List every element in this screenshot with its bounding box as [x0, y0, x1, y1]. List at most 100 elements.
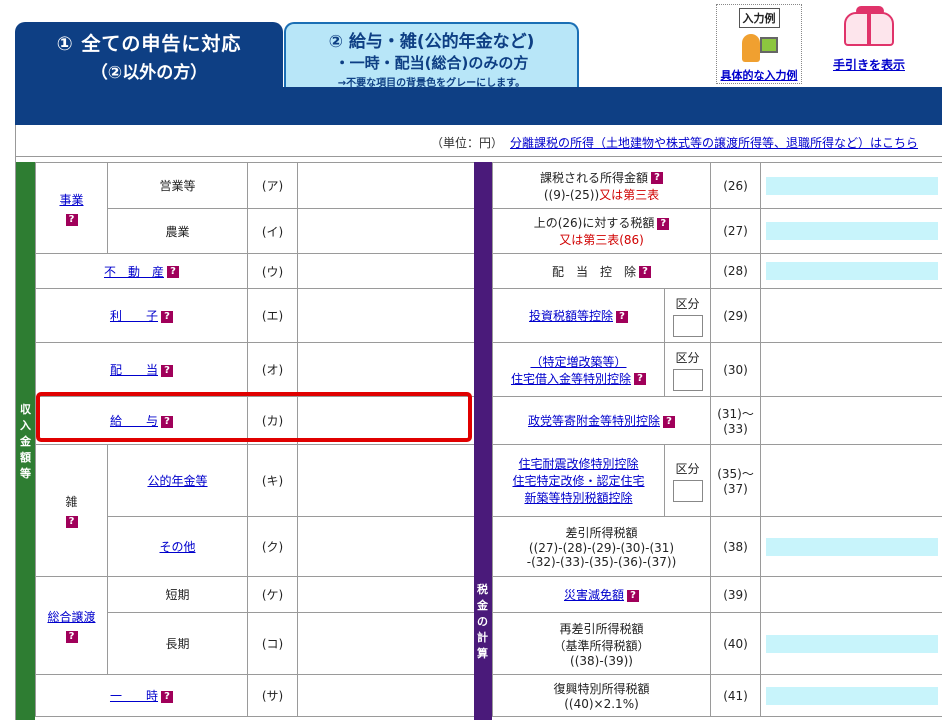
help-icon[interactable]: ?: [167, 266, 179, 278]
example-badge: 入力例: [738, 8, 780, 28]
transfer-short-input[interactable]: [297, 576, 475, 613]
r35-kubun-input[interactable]: [672, 479, 703, 502]
table-row: 配 当 控 除? (28): [491, 253, 942, 289]
help-icon[interactable]: ?: [627, 589, 640, 602]
guide-link[interactable]: 手引きを表示: [826, 56, 912, 73]
transfer-long-input[interactable]: [297, 612, 475, 675]
table-row: 不 動 産? (ウ): [35, 253, 475, 289]
r35-link-1[interactable]: 住宅耐震改修特別控除: [518, 457, 638, 471]
code-ko: (コ): [247, 612, 298, 675]
r39-input[interactable]: [760, 576, 942, 613]
r27-label: 上の(26)に対する税額: [533, 216, 655, 230]
pension-link[interactable]: 公的年金等: [147, 474, 207, 488]
misc-other-input[interactable]: [297, 516, 475, 577]
example-link[interactable]: 具体的な入力例: [717, 67, 801, 83]
r30-input[interactable]: [760, 342, 942, 397]
code-sa: (サ): [247, 674, 298, 717]
tax-table: 課税される所得金額? ((9)-(25))又は第三表 (26) 上の(26)に対…: [491, 162, 942, 717]
table-row: 配 当? (オ): [35, 342, 475, 397]
business-sales-label: 営業等: [107, 162, 248, 209]
r29-link[interactable]: 投資税額等控除: [529, 309, 613, 323]
r40-cell: 再差引所得税額 （基準所得税額） ((38)-(39)): [491, 612, 712, 675]
help-icon[interactable]: ?: [161, 690, 173, 703]
tab-all-returns-title: ① 全ての申告に対応: [56, 33, 242, 55]
r38-formula-2: -(32)-(33)-(35)-(36)-(37)): [526, 555, 677, 569]
r29-cell: 投資税額等控除?: [492, 288, 665, 343]
help-icon[interactable]: ?: [634, 373, 646, 385]
r26-value: [760, 162, 942, 209]
guide-book-icon: [844, 6, 894, 50]
pension-cell: 公的年金等: [107, 444, 248, 517]
interest-link[interactable]: 利 子: [110, 309, 158, 323]
r35-link-3[interactable]: 新築等特別税額控除: [524, 491, 632, 505]
help-icon[interactable]: ?: [663, 415, 676, 428]
r35-cell: 住宅耐震改修特別控除 住宅特定改修・認定住宅 新築等特別税額控除: [492, 444, 665, 517]
help-icon[interactable]: ?: [651, 172, 664, 184]
misc-cell: 雑 ?: [35, 444, 108, 577]
real-estate-link[interactable]: 不 動 産: [104, 265, 164, 279]
help-icon[interactable]: ?: [657, 217, 670, 230]
misc-other-link[interactable]: その他: [159, 540, 195, 554]
r39-cell: 災害減免額?: [491, 576, 712, 613]
business-link[interactable]: 事業: [59, 193, 83, 207]
temporary-input[interactable]: [297, 674, 475, 717]
r29-kubun-label: 区分: [675, 296, 700, 311]
code-40: (40): [710, 612, 762, 675]
code-41: (41): [710, 674, 762, 717]
real-estate-input[interactable]: [297, 253, 475, 289]
tab-salary-misc-title: ② 給与・雑(公的年金など): [328, 32, 535, 52]
r29-input[interactable]: [760, 288, 942, 343]
business-sales-input[interactable]: [297, 162, 475, 209]
r31-link[interactable]: 政党等寄附金等特別控除: [528, 414, 660, 428]
r30-link-2[interactable]: 住宅借入金等特別控除: [511, 372, 631, 386]
table-row: 事業 ? 営業等 (ア): [35, 162, 475, 254]
separate-income-link[interactable]: 分離課税の所得（土地建物や株式等の譲渡所得等、退職所得など）はこちら: [510, 134, 918, 151]
help-icon[interactable]: ?: [161, 310, 173, 323]
r35-input[interactable]: [760, 444, 942, 517]
transfer-cell: 総合譲渡 ?: [35, 576, 108, 675]
misc-other-cell: その他: [107, 516, 248, 577]
r30-kubun-input[interactable]: [672, 368, 703, 391]
tab-salary-misc-only[interactable]: ② 給与・雑(公的年金など) ・一時・配当(総合)のみの方 →不要な項目の背景色…: [284, 22, 579, 89]
help-icon[interactable]: ?: [161, 364, 173, 377]
tab-all-returns[interactable]: ① 全ての申告に対応 （②以外の方）: [15, 22, 283, 88]
code-i: (イ): [247, 208, 298, 254]
r29-kubun-input[interactable]: [672, 314, 703, 337]
code-39: (39): [710, 576, 762, 613]
r31-input[interactable]: [760, 396, 942, 445]
r35-link-2[interactable]: 住宅特定改修・認定住宅: [512, 474, 644, 488]
business-cell: 事業 ?: [35, 162, 108, 254]
temporary-link[interactable]: 一 時: [110, 689, 158, 703]
r39-link[interactable]: 災害減免額: [564, 588, 624, 602]
temporary-cell: 一 時?: [35, 674, 248, 717]
income-section-text: 収入金額等: [20, 403, 31, 480]
help-icon[interactable]: ?: [616, 310, 628, 323]
table-row: 投資税額等控除? 区分 (29): [492, 288, 942, 343]
unit-row: （単位：円） 分離課税の所得（土地建物や株式等の譲渡所得等、退職所得など）はこち…: [16, 125, 942, 157]
unit-label: （単位：円）: [431, 136, 504, 150]
r27-value: [760, 208, 942, 254]
tax-section-text: 税金の計算: [477, 583, 488, 660]
misc-label: 雑: [65, 495, 78, 509]
r26-cell: 課税される所得金額? ((9)-(25))又は第三表: [491, 162, 712, 209]
r30-cell: （特定増改築等） 住宅借入金等特別控除?: [492, 342, 665, 397]
help-icon[interactable]: ?: [65, 631, 78, 643]
help-icon[interactable]: ?: [65, 516, 78, 528]
dividend-link[interactable]: 配 当: [110, 363, 158, 377]
r28-cell: 配 当 控 除?: [491, 253, 712, 289]
help-icon[interactable]: ?: [639, 266, 652, 278]
interest-input[interactable]: [297, 288, 475, 343]
business-farm-input[interactable]: [297, 208, 475, 254]
code-a: (ア): [247, 162, 298, 209]
table-row: 一 時? (サ): [35, 674, 475, 717]
dividend-cell: 配 当?: [35, 342, 248, 397]
dividend-input[interactable]: [297, 342, 475, 397]
pension-input[interactable]: [297, 444, 475, 517]
r30-link-1[interactable]: （特定増改築等）: [530, 355, 626, 369]
transfer-link[interactable]: 総合譲渡: [47, 610, 95, 624]
code-26: (26): [710, 162, 762, 209]
example-panel[interactable]: 入力例 具体的な入力例: [716, 4, 802, 84]
guide-panel[interactable]: 手引きを表示: [826, 6, 912, 84]
code-u: (ウ): [247, 253, 298, 289]
help-icon[interactable]: ?: [65, 213, 78, 226]
